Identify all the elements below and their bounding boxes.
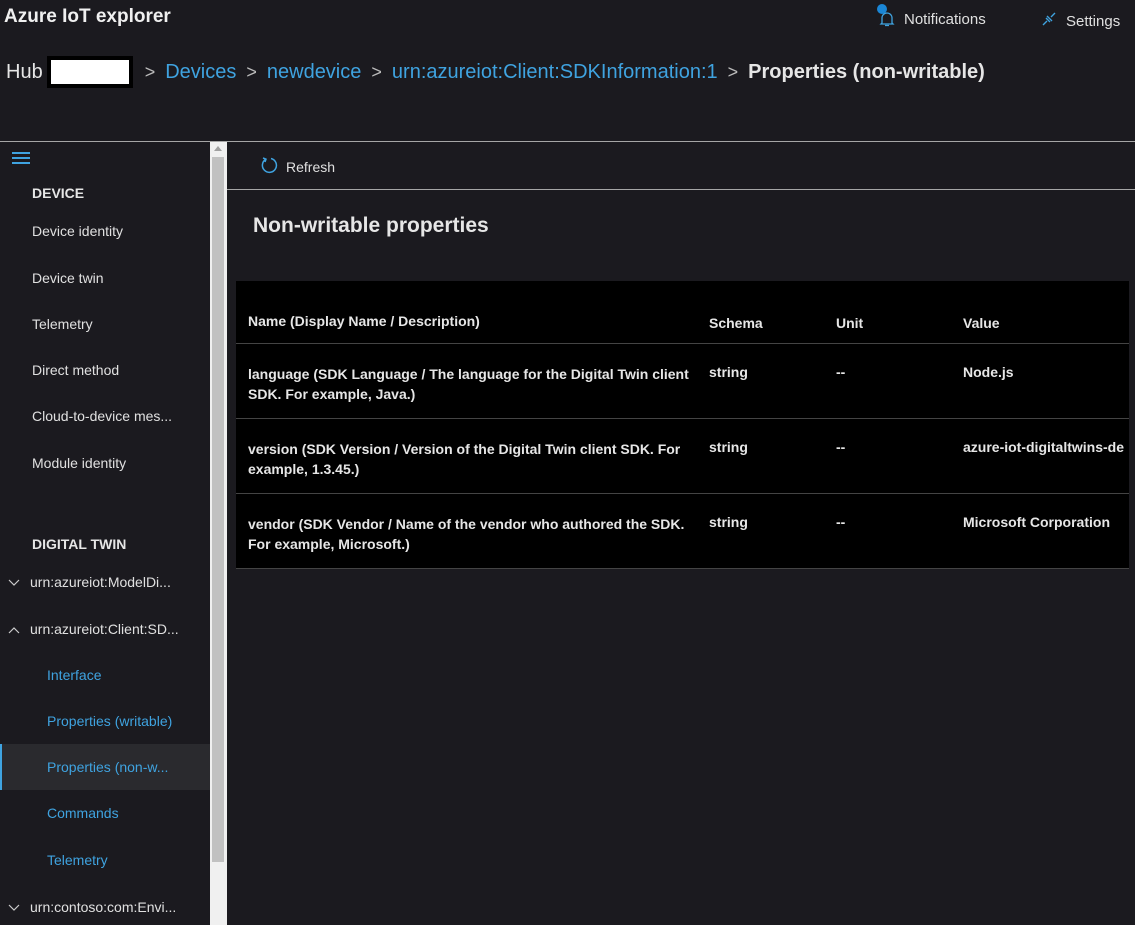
column-header-name: Name (Display Name / Description) [248, 313, 480, 329]
tree-item-label: urn:azureiot:Client:SD... [30, 621, 179, 637]
redacted-hub-name [46, 56, 133, 88]
chevron-right-icon: > [246, 61, 257, 82]
notifications-label: Notifications [904, 10, 986, 28]
table-row: vendor (SDK Vendor / Name of the vendor … [236, 494, 1129, 569]
settings-label: Settings [1066, 12, 1121, 30]
sidebar-item-device-twin[interactable]: Device twin [32, 270, 104, 286]
sidebar-item-module-identity[interactable]: Module identity [32, 455, 126, 471]
settings-button[interactable]: Settings [1040, 10, 1120, 32]
column-header-unit: Unit [836, 315, 864, 331]
cell-value: Microsoft Corporation [963, 514, 1110, 530]
cell-value: azure-iot-digitaltwins-de [963, 439, 1124, 455]
section-digital-twin: DIGITAL TWIN [32, 536, 127, 552]
plug-icon [1040, 10, 1058, 32]
tree-item-label: urn:contoso:com:Envi... [30, 899, 177, 915]
chevron-right-icon: > [727, 61, 739, 82]
command-bar: Refresh [227, 142, 1135, 190]
cell-schema: string [709, 439, 748, 455]
sidebar-item-dt-telemetry[interactable]: Telemetry [47, 852, 108, 868]
sidebar-item-telemetry[interactable]: Telemetry [32, 316, 93, 332]
breadcrumb-hub: Hub [6, 60, 43, 83]
cell-name: language (SDK Language / The language fo… [248, 366, 689, 402]
sidebar-item-properties-non-writable[interactable]: Properties (non-w... [47, 759, 168, 775]
tree-item-sdk-information[interactable]: urn:azureiot:Client:SD... [8, 621, 179, 637]
sidebar-item-interface[interactable]: Interface [47, 667, 101, 683]
refresh-label: Refresh [286, 158, 336, 175]
main-content: Refresh Non-writable properties Name (Di… [227, 142, 1135, 925]
sidebar-item-direct-method[interactable]: Direct method [32, 362, 119, 378]
refresh-button[interactable]: Refresh [260, 156, 335, 177]
properties-table: Name (Display Name / Description) Schema… [236, 281, 1129, 569]
chevron-right-icon: > [371, 61, 382, 82]
sidebar-item-commands[interactable]: Commands [47, 805, 119, 821]
chevron-down-icon [8, 899, 20, 915]
sidebar-item-properties-writable[interactable]: Properties (writable) [47, 713, 172, 729]
breadcrumb-device[interactable]: newdevice [267, 61, 362, 84]
notifications-button[interactable]: Notifications [877, 4, 986, 28]
tree-item-model-discovery[interactable]: urn:azureiot:ModelDi... [8, 574, 171, 590]
sidebar-item-c2d-message[interactable]: Cloud-to-device mes... [32, 408, 172, 424]
table-header: Name (Display Name / Description) Schema… [236, 281, 1129, 344]
cell-schema: string [709, 514, 748, 530]
section-device: DEVICE [32, 185, 85, 201]
cell-unit: -- [836, 514, 846, 530]
refresh-icon [260, 156, 278, 177]
table-row: version (SDK Version / Version of the Di… [236, 419, 1129, 494]
breadcrumb-interface[interactable]: urn:azureiot:Client:SDKInformation:1 [392, 61, 718, 84]
column-header-value: Value [963, 315, 1000, 331]
sidebar: DEVICE Device identity Device twin Telem… [0, 142, 210, 925]
column-header-schema: Schema [709, 315, 763, 331]
app-title: Azure IoT explorer [4, 6, 171, 27]
scrollbar-thumb[interactable] [212, 157, 224, 862]
scroll-up-arrow-icon[interactable] [214, 146, 222, 151]
cell-name: vendor (SDK Vendor / Name of the vendor … [248, 516, 685, 552]
breadcrumb-devices[interactable]: Devices [165, 61, 236, 84]
chevron-right-icon: > [144, 61, 156, 82]
cell-name: version (SDK Version / Version of the Di… [248, 441, 681, 477]
breadcrumb-current: Properties (non-writable) [748, 60, 985, 83]
chevron-down-icon [8, 574, 20, 590]
tree-item-environmental-sensor[interactable]: urn:contoso:com:Envi... [8, 899, 176, 915]
bell-icon [877, 4, 896, 28]
hamburger-menu-icon[interactable] [12, 152, 30, 167]
table-row: language (SDK Language / The language fo… [236, 344, 1129, 419]
cell-schema: string [709, 364, 748, 380]
sidebar-scrollbar[interactable] [210, 142, 227, 925]
cell-value: Node.js [963, 364, 1014, 380]
sidebar-item-device-identity[interactable]: Device identity [32, 223, 123, 239]
tree-item-label: urn:azureiot:ModelDi... [30, 574, 171, 590]
page-title: Non-writable properties [253, 214, 489, 237]
cell-unit: -- [836, 364, 846, 380]
breadcrumb: Hub > Devices > newdevice > urn:azureiot… [6, 56, 985, 88]
cell-unit: -- [836, 439, 846, 455]
chevron-up-icon [8, 621, 20, 637]
